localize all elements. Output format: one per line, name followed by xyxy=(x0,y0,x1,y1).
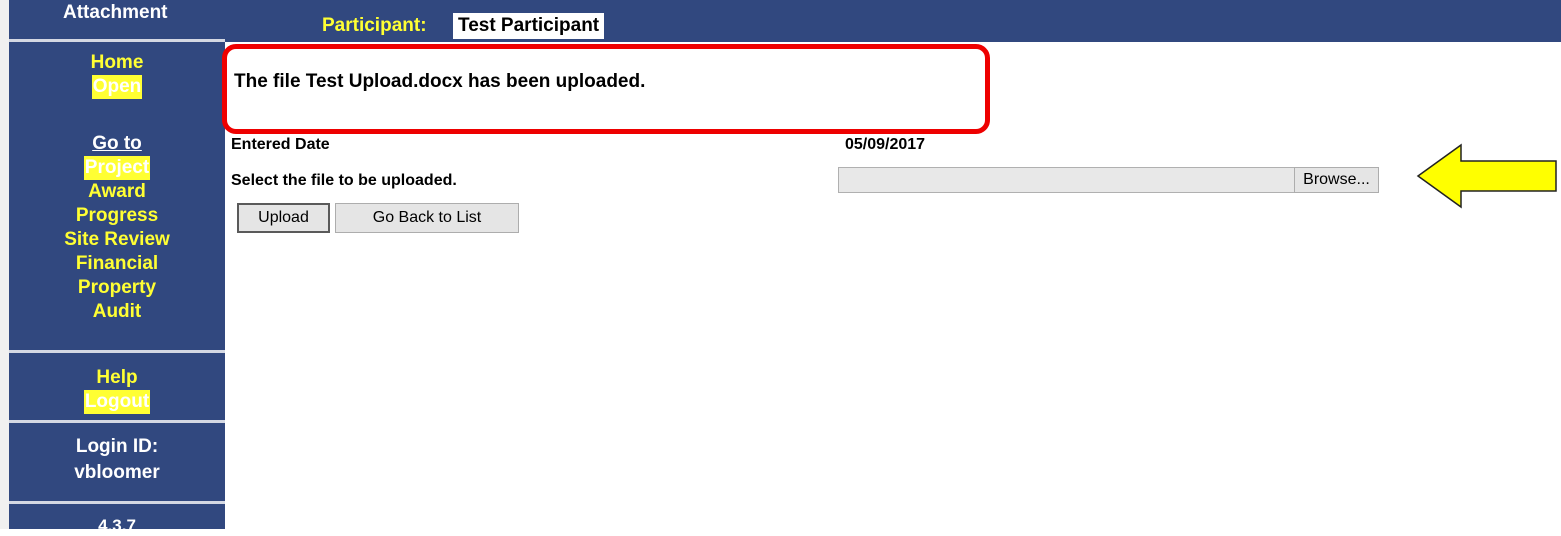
upload-button[interactable]: Upload xyxy=(237,203,330,233)
sidebar-divider xyxy=(9,420,225,423)
entered-date-label: Entered Date xyxy=(231,136,330,153)
page-title: Attachment xyxy=(63,2,168,23)
sidebar-group-goto: Go to Project Award Progress Site Review… xyxy=(9,132,225,324)
sidebar-group-help: Help Logout xyxy=(9,366,225,414)
left-arrow-icon xyxy=(1416,143,1557,209)
sidebar-item-financial[interactable]: Financial xyxy=(75,252,159,276)
sidebar-divider xyxy=(9,39,225,42)
sidebar-item-project[interactable]: Project xyxy=(83,156,151,180)
sidebar-item-open[interactable]: Open xyxy=(91,75,143,99)
sidebar-item-property[interactable]: Property xyxy=(77,276,157,300)
sidebar-divider xyxy=(9,350,225,353)
file-path-field[interactable] xyxy=(838,167,1295,193)
sidebar-group-main: Home Open xyxy=(9,51,225,99)
version-number: 4.3.7 xyxy=(98,516,136,535)
sidebar-item-site-review[interactable]: Site Review xyxy=(63,228,171,252)
participant-name: Test Participant xyxy=(453,13,605,39)
login-id: vbloomer xyxy=(74,462,160,483)
sidebar-item-home[interactable]: Home xyxy=(90,51,145,75)
participant-label: Participant: xyxy=(322,15,427,36)
sidebar-item-help[interactable]: Help xyxy=(95,366,138,390)
sidebar-divider xyxy=(9,501,225,504)
sidebar-item-logout[interactable]: Logout xyxy=(83,390,151,414)
file-select-label: Select the file to be uploaded. xyxy=(231,172,457,189)
browse-button[interactable]: Browse... xyxy=(1294,167,1379,193)
upload-confirmation-message: The file Test Upload.docx has been uploa… xyxy=(234,71,646,92)
sidebar-item-progress[interactable]: Progress xyxy=(75,204,159,228)
sidebar-item-award[interactable]: Award xyxy=(87,180,147,204)
upload-confirmation-box: The file Test Upload.docx has been uploa… xyxy=(222,44,990,134)
login-info: Login ID: vbloomer xyxy=(9,434,225,486)
top-bar xyxy=(9,0,1561,42)
entered-date-value: 05/09/2017 xyxy=(845,136,926,153)
sidebar-item-audit[interactable]: Audit xyxy=(92,300,143,324)
go-back-to-list-button[interactable]: Go Back to List xyxy=(335,203,519,233)
sidebar-goto-label: Go to xyxy=(92,133,142,154)
login-label: Login ID: xyxy=(75,436,159,457)
